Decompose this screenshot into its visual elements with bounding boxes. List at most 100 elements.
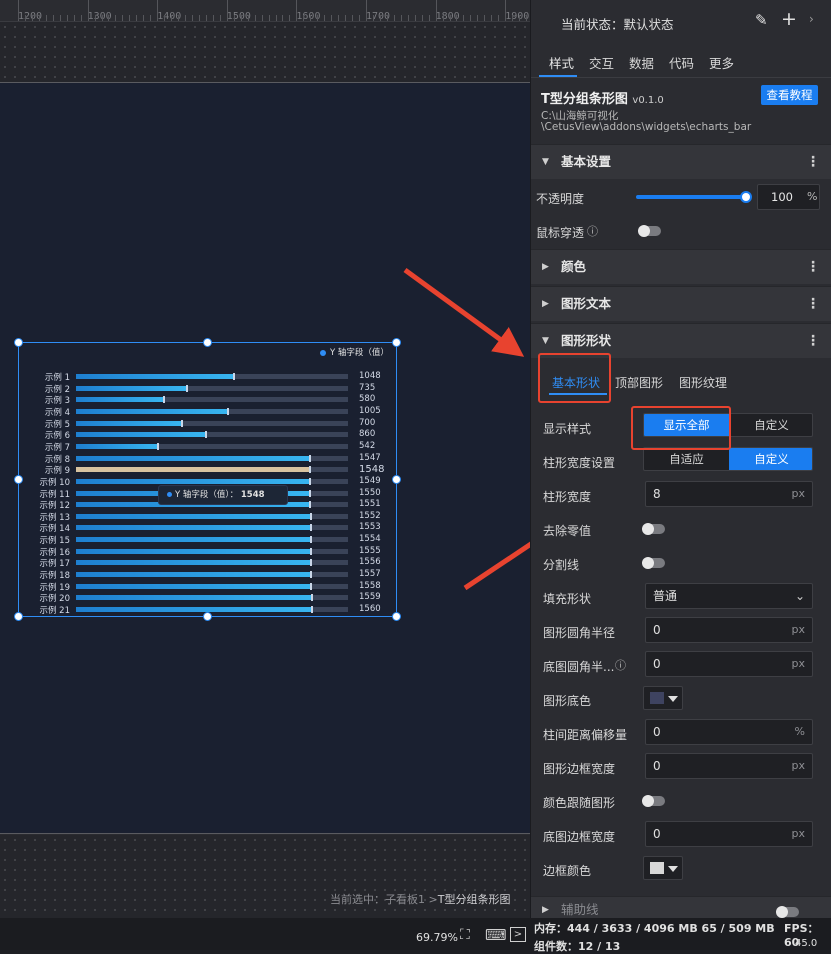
aux-toggle[interactable] [776,906,799,918]
keyboard-icon[interactable]: ⌨ [485,926,507,944]
base-radius-row: 底图圆角半... ⓘ 0 px [531,648,831,682]
add-icon[interactable]: + [781,8,797,30]
resize-handle-sw[interactable] [14,612,23,621]
resize-handle-w[interactable] [14,475,23,484]
mouse-through-toggle[interactable] [638,225,661,237]
ruler-tick [512,15,514,21]
panel-header: 当前状态：默认状态 ✎ + › [531,0,831,44]
ruler-tick [470,15,472,21]
panel-tabs: 样式 交互 数据 代码 更多 [531,44,831,78]
tab-code[interactable]: 代码 [669,53,694,72]
width-custom-option[interactable]: 自定义 [729,448,812,470]
tab-data[interactable]: 数据 [629,53,654,72]
help-icon[interactable]: ⓘ [615,657,626,673]
chevron-right-icon[interactable]: › [809,12,814,26]
edit-icon[interactable]: ✎ [755,11,768,29]
ruler-tick [519,15,521,21]
subtab-top-shape[interactable]: 顶部图形 [615,374,663,391]
base-color-row: 图形底色 [531,682,831,716]
state-label[interactable]: 当前状态：默认状态 [561,14,674,33]
border-width-row: 图形边框宽度 0 px [531,750,831,784]
opacity-slider-handle[interactable] [740,191,752,203]
tab-style[interactable]: 样式 [549,53,574,72]
ruler-tick [310,15,312,21]
resize-handle-nw[interactable] [14,338,23,347]
base-border-width-input[interactable]: 0 px [645,821,813,847]
divider-label: 分割线 [543,558,580,572]
display-custom-option[interactable]: 自定义 [729,414,812,436]
more-icon[interactable]: ⋮ [806,287,820,321]
ruler-tick [289,15,291,21]
resize-handle-s[interactable] [203,612,212,621]
base-radius-input[interactable]: 0 px [645,651,813,677]
resize-handle-se[interactable] [392,612,401,621]
ruler-tick [31,15,33,21]
ruler-tick [463,15,465,21]
ruler-tick [129,15,131,21]
more-icon[interactable]: ⋮ [806,250,820,284]
section-basic[interactable]: ▼ 基本设置 ⋮ [531,144,831,179]
radius-input[interactable]: 0 px [645,617,813,643]
terminal-icon[interactable]: > [510,927,526,942]
zoom-level[interactable]: 69.79% [416,931,458,944]
status-bar: 69.79% ⛶ ⌨ > 内存：444 / 3633 / 4096 MB 65 … [0,918,831,953]
design-canvas[interactable]: 1200 1300 1400 1500 1600 1700 1800 1900 Y 轴字段（值… [0,0,530,918]
ruler-tick [366,0,367,21]
ruler-tick [157,0,159,21]
ruler-tick [261,15,263,21]
subtab-texture[interactable]: 图形纹理 [679,374,727,391]
ruler-tick [484,15,486,21]
tab-interaction[interactable]: 交互 [589,53,614,72]
divider-toggle[interactable] [642,557,665,569]
offset-input[interactable]: 0% [645,719,813,745]
ruler-tick [136,15,138,21]
remove-zero-row: 去除零值 [531,512,831,546]
border-width-input[interactable]: 0 px [645,753,813,779]
breadcrumb: 当前选中：子看板1 >T型分组条形图 [330,891,510,907]
ruler-tick [331,15,333,21]
ruler-tick [198,15,200,21]
radius-row: 图形圆角半径 0 px [531,614,831,648]
section-aux[interactable]: ▶ 辅助线 [531,896,831,918]
resize-handle-ne[interactable] [392,338,401,347]
component-count: 组件数：12 / 13 [534,940,621,953]
section-color[interactable]: ▶ 颜色 ⋮ [531,249,831,284]
resize-handle-n[interactable] [203,338,212,347]
remove-zero-toggle[interactable] [642,523,665,535]
radius-label: 图形圆角半径 [543,626,616,640]
fill-shape-select[interactable]: 普通 ⌄ [645,583,813,609]
help-icon[interactable]: ⓘ [587,223,598,239]
follow-color-toggle[interactable] [642,795,665,807]
ruler-tick [317,15,319,21]
ruler-tick [38,15,40,21]
bar-width-row: 柱形宽度 8 px [531,478,831,512]
opacity-slider[interactable] [636,195,748,199]
canvas-background-top [0,22,530,82]
caret-right-icon: ▶ [542,262,549,272]
ruler-tick [386,15,388,21]
ruler-tick [73,15,75,21]
divider-row: 分割线 [531,546,831,580]
base-color-picker[interactable] [643,686,683,710]
bar-width-input[interactable]: 8 px [645,481,813,507]
resize-handle-e[interactable] [392,475,401,484]
border-color-picker[interactable] [643,856,683,880]
width-auto-option[interactable]: 自适应 [644,448,729,470]
tutorial-button[interactable]: 查看教程 [761,85,818,105]
ruler-tick [345,15,347,21]
breadcrumb-current[interactable]: T型分组条形图 [438,893,511,906]
more-icon[interactable]: ⋮ [806,324,820,358]
ruler-tick [164,15,166,21]
selection-box[interactable] [14,338,401,621]
ruler-tick [526,15,528,21]
ruler-tick [66,15,68,21]
follow-color-row: 颜色跟随图形 [531,784,831,818]
widget-version: v0.1.0 [632,95,664,106]
ruler-tick [442,15,444,21]
fill-shape-row: 填充形状 普通 ⌄ [531,580,831,614]
tab-more[interactable]: 更多 [709,53,734,72]
section-text[interactable]: ▶ 图形文本 ⋮ [531,286,831,321]
more-icon[interactable]: ⋮ [806,145,820,179]
fit-screen-icon[interactable]: ⛶ [460,927,470,943]
ruler-tick [87,0,89,21]
